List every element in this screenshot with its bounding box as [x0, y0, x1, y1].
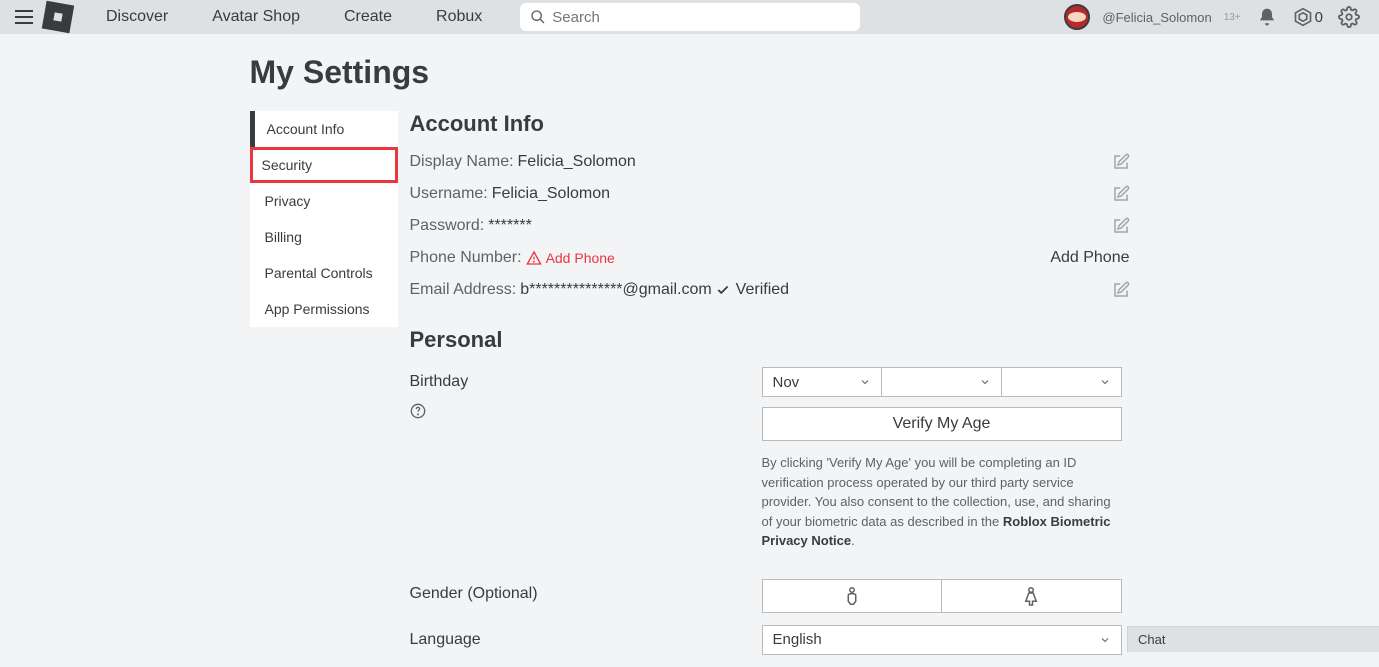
password-row: Password: *******	[410, 215, 1130, 237]
language-select[interactable]: English	[762, 625, 1122, 655]
sidebar-item-security[interactable]: Security	[250, 147, 398, 183]
edit-display-name-icon[interactable]	[1112, 153, 1130, 171]
chevron-down-icon	[859, 376, 871, 388]
phone-row: Phone Number: Add Phone Add Phone	[410, 247, 1130, 269]
warning-icon	[526, 250, 542, 266]
display-name-value: Felicia_Solomon	[518, 153, 636, 171]
gender-female-button[interactable]	[942, 579, 1122, 613]
top-nav: Discover Avatar Shop Create Robux @Felic…	[0, 0, 1379, 34]
add-phone-button[interactable]: Add Phone	[1050, 249, 1129, 267]
nav-create[interactable]: Create	[326, 8, 410, 26]
search-input[interactable]	[552, 9, 850, 26]
birthday-label: Birthday	[410, 373, 762, 391]
display-name-label: Display Name:	[410, 153, 514, 171]
sidebar-item-app-permissions[interactable]: App Permissions	[250, 291, 398, 327]
roblox-logo[interactable]	[42, 1, 74, 33]
avatar[interactable]	[1064, 4, 1090, 30]
chat-bar[interactable]: Chat	[1127, 626, 1379, 652]
username-field-label: Username:	[410, 185, 488, 203]
settings-icon[interactable]	[1337, 5, 1361, 29]
notifications-icon[interactable]	[1255, 5, 1279, 29]
chevron-down-icon	[1099, 376, 1111, 388]
main-content: Account Info Display Name: Felicia_Solom…	[398, 111, 1130, 667]
birthday-day-select[interactable]	[882, 367, 1002, 397]
menu-icon[interactable]	[12, 5, 36, 29]
sidebar-item-parental-controls[interactable]: Parental Controls	[250, 255, 398, 291]
account-info-heading: Account Info	[410, 111, 1130, 137]
email-row: Email Address: b***************@gmail.co…	[410, 279, 1130, 301]
username-label[interactable]: @Felicia_Solomon	[1102, 10, 1211, 25]
username-row: Username: Felicia_Solomon	[410, 183, 1130, 205]
gender-label: Gender (Optional)	[410, 579, 762, 603]
sidebar-item-privacy[interactable]: Privacy	[250, 183, 398, 219]
verify-age-button[interactable]: Verify My Age	[762, 407, 1122, 441]
display-name-row: Display Name: Felicia_Solomon	[410, 151, 1130, 173]
robux-balance[interactable]: 0	[1293, 7, 1323, 27]
phone-label: Phone Number:	[410, 249, 522, 267]
robux-amount: 0	[1315, 9, 1323, 26]
sidebar-item-account-info[interactable]: Account Info	[250, 111, 398, 147]
personal-heading: Personal	[410, 327, 1130, 353]
nav-robux[interactable]: Robux	[418, 8, 500, 26]
password-label: Password:	[410, 217, 485, 235]
nav-discover[interactable]: Discover	[88, 8, 186, 26]
email-verified-label: Verified	[736, 281, 789, 299]
edit-password-icon[interactable]	[1112, 217, 1130, 235]
age-badge: 13+	[1224, 12, 1241, 23]
search-icon	[530, 9, 546, 25]
language-label: Language	[410, 625, 762, 649]
chevron-down-icon	[1099, 634, 1111, 646]
male-icon	[843, 585, 861, 607]
email-label: Email Address:	[410, 281, 517, 299]
username-value: Felicia_Solomon	[492, 185, 610, 203]
check-icon	[716, 283, 730, 297]
nav-avatar-shop[interactable]: Avatar Shop	[194, 8, 318, 26]
settings-sidebar: Account Info Security Privacy Billing Pa…	[250, 111, 398, 327]
search-bar[interactable]	[520, 3, 860, 31]
email-value: b***************@gmail.com	[520, 281, 711, 299]
edit-email-icon[interactable]	[1112, 281, 1130, 299]
birthday-month-select[interactable]: Nov	[762, 367, 882, 397]
birthday-year-select[interactable]	[1002, 367, 1122, 397]
sidebar-item-billing[interactable]: Billing	[250, 219, 398, 255]
female-icon	[1022, 585, 1040, 607]
gender-male-button[interactable]	[762, 579, 943, 613]
add-phone-inline[interactable]: Add Phone	[526, 250, 615, 266]
page-title: My Settings	[250, 54, 1130, 91]
password-value: *******	[488, 217, 532, 235]
chevron-down-icon	[979, 376, 991, 388]
birthday-help-icon[interactable]	[410, 403, 762, 419]
edit-username-icon[interactable]	[1112, 185, 1130, 203]
verify-age-disclaimer: By clicking 'Verify My Age' you will be …	[762, 453, 1122, 551]
robux-icon	[1293, 7, 1313, 27]
